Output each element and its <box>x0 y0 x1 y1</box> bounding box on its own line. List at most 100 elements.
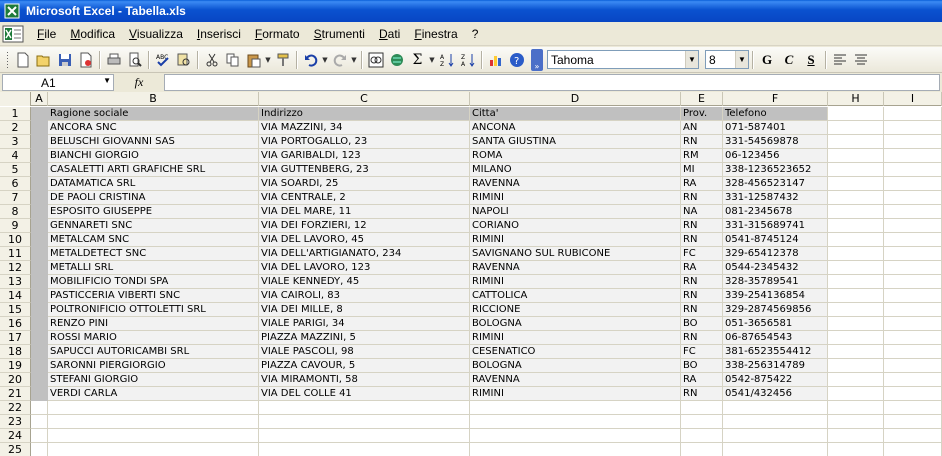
menu-formato[interactable]: Formato <box>248 25 307 43</box>
name-box[interactable]: A1 ▼ <box>2 74 114 91</box>
chevron-down-icon[interactable]: ▼ <box>103 76 111 85</box>
cell-b[interactable]: SARONNI PIERGIORGIO <box>48 359 259 373</box>
help-icon[interactable]: ? <box>506 49 527 70</box>
row-header[interactable]: 9 <box>0 219 31 233</box>
cell-i[interactable] <box>884 303 942 317</box>
chevron-down-icon[interactable]: ▼ <box>685 51 698 68</box>
cell-i[interactable] <box>884 373 942 387</box>
cell-e[interactable]: Prov. <box>681 107 723 121</box>
column-header-c[interactable]: C <box>259 92 470 106</box>
cell-b[interactable]: ROSSI MARIO <box>48 331 259 345</box>
cell-d[interactable]: RIMINI <box>470 387 681 401</box>
cell-i[interactable] <box>884 359 942 373</box>
select-all-corner[interactable] <box>0 92 31 106</box>
cell-b[interactable] <box>48 415 259 429</box>
cell-i[interactable] <box>884 233 942 247</box>
print-icon[interactable] <box>103 49 124 70</box>
cell-d[interactable] <box>470 401 681 415</box>
copy-icon[interactable] <box>222 49 243 70</box>
cell-i[interactable] <box>884 247 942 261</box>
cell-i[interactable] <box>884 401 942 415</box>
cell-e[interactable]: RA <box>681 261 723 275</box>
cell-a[interactable] <box>31 191 48 205</box>
cell-h[interactable] <box>828 261 884 275</box>
cell-f[interactable]: 0541-8745124 <box>723 233 828 247</box>
row-header[interactable]: 20 <box>0 373 31 387</box>
cell-h[interactable] <box>828 163 884 177</box>
cell-a[interactable] <box>31 149 48 163</box>
undo-icon[interactable] <box>300 49 321 70</box>
cell-d[interactable]: Citta' <box>470 107 681 121</box>
cell-e[interactable] <box>681 443 723 456</box>
cell-c[interactable] <box>259 443 470 456</box>
cell-h[interactable] <box>828 177 884 191</box>
cell-c[interactable]: VIA CAIROLI, 83 <box>259 289 470 303</box>
cell-d[interactable]: SANTA GIUSTINA <box>470 135 681 149</box>
cell-c[interactable]: VIA DELL'ARTIGIANATO, 234 <box>259 247 470 261</box>
cell-d[interactable]: RIMINI <box>470 331 681 345</box>
cell-a[interactable] <box>31 219 48 233</box>
cell-f[interactable]: 06-123456 <box>723 149 828 163</box>
column-header-f[interactable]: F <box>723 92 828 106</box>
cell-f[interactable]: 338-256314789 <box>723 359 828 373</box>
cell-e[interactable] <box>681 429 723 443</box>
cell-f[interactable]: 381-6523554412 <box>723 345 828 359</box>
cell-a[interactable] <box>31 331 48 345</box>
cell-a[interactable] <box>31 429 48 443</box>
cell-a[interactable] <box>31 443 48 456</box>
cell-d[interactable]: RIMINI <box>470 275 681 289</box>
redo-dropdown[interactable]: ▼ <box>350 56 358 64</box>
cell-d[interactable]: NAPOLI <box>470 205 681 219</box>
paste-options-dropdown[interactable]: ▼ <box>264 56 272 64</box>
sort-descending-icon[interactable]: ZA <box>457 49 478 70</box>
cell-b[interactable]: METALDETECT SNC <box>48 247 259 261</box>
redo-icon[interactable] <box>329 49 350 70</box>
cell-a[interactable] <box>31 387 48 401</box>
cell-e[interactable]: AN <box>681 121 723 135</box>
row-header[interactable]: 21 <box>0 387 31 401</box>
cell-h[interactable] <box>828 219 884 233</box>
cell-b[interactable]: MOBILIFICIO TONDI SPA <box>48 275 259 289</box>
cell-f[interactable]: 328-35789541 <box>723 275 828 289</box>
cell-c[interactable]: VIA DEL LAVORO, 123 <box>259 261 470 275</box>
row-header[interactable]: 3 <box>0 135 31 149</box>
cell-a[interactable] <box>31 177 48 191</box>
cell-a[interactable] <box>31 121 48 135</box>
cell-i[interactable] <box>884 177 942 191</box>
font-size-select[interactable]: 8 ▼ <box>705 50 749 69</box>
cell-e[interactable]: MI <box>681 163 723 177</box>
cell-b[interactable]: SAPUCCI AUTORICAMBI SRL <box>48 345 259 359</box>
cell-c[interactable]: VIALE KENNEDY, 45 <box>259 275 470 289</box>
row-header[interactable]: 25 <box>0 443 31 456</box>
cell-f[interactable]: 339-254136854 <box>723 289 828 303</box>
cell-h[interactable] <box>828 359 884 373</box>
align-left-icon[interactable] <box>829 49 850 70</box>
print-preview-icon[interactable] <box>124 49 145 70</box>
cell-d[interactable]: RIMINI <box>470 191 681 205</box>
cell-c[interactable]: VIA DEL LAVORO, 45 <box>259 233 470 247</box>
cell-c[interactable] <box>259 401 470 415</box>
cell-h[interactable] <box>828 443 884 456</box>
cell-f[interactable] <box>723 415 828 429</box>
menu-strumenti[interactable]: Strumenti <box>307 25 372 43</box>
align-center-icon[interactable] <box>850 49 871 70</box>
cell-b[interactable]: ESPOSITO GIUSEPPE <box>48 205 259 219</box>
column-header-h[interactable]: H <box>828 92 884 106</box>
cell-b[interactable]: STEFANI GIORGIO <box>48 373 259 387</box>
format-painter-icon[interactable] <box>272 49 293 70</box>
cell-i[interactable] <box>884 443 942 456</box>
workbook-icon[interactable] <box>2 25 24 43</box>
cell-f[interactable]: 329-2874569856 <box>723 303 828 317</box>
cell-f[interactable]: 071-587401 <box>723 121 828 135</box>
paste-icon[interactable] <box>243 49 264 70</box>
cell-b[interactable]: ANCORA SNC <box>48 121 259 135</box>
cell-d[interactable] <box>470 415 681 429</box>
cell-d[interactable]: RICCIONE <box>470 303 681 317</box>
cell-c[interactable]: VIALE PARIGI, 34 <box>259 317 470 331</box>
row-header[interactable]: 7 <box>0 191 31 205</box>
cell-e[interactable] <box>681 415 723 429</box>
research-icon[interactable] <box>173 49 194 70</box>
sort-ascending-icon[interactable]: AZ <box>436 49 457 70</box>
cell-c[interactable] <box>259 415 470 429</box>
cell-e[interactable]: NA <box>681 205 723 219</box>
